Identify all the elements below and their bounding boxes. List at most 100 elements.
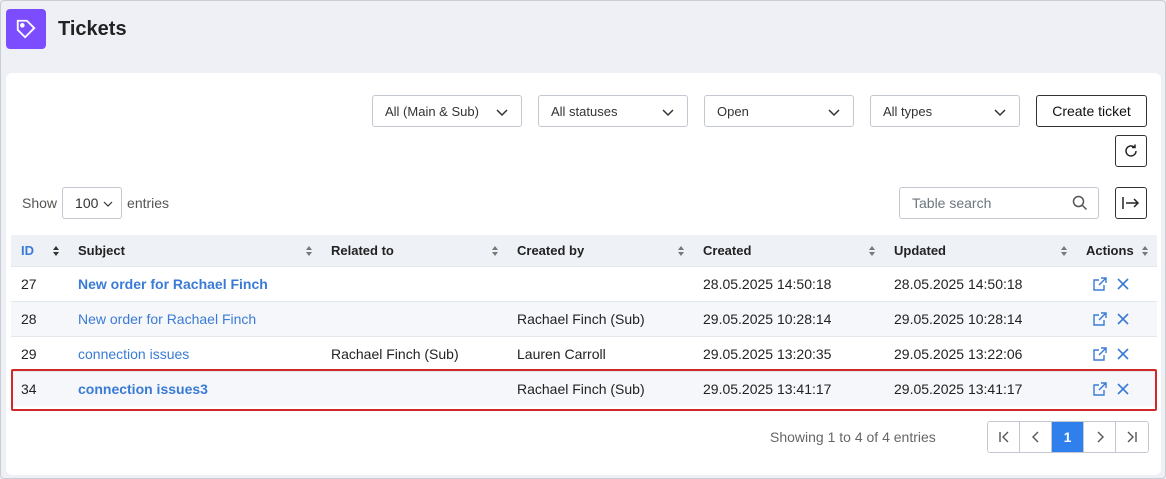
close-icon[interactable] xyxy=(1116,312,1130,326)
cell-created-by xyxy=(507,265,693,301)
cell-id: 29 xyxy=(11,335,68,371)
filter-state-value: Open xyxy=(717,103,749,119)
filter-status-value: All statuses xyxy=(551,103,618,119)
filter-status-select[interactable]: All statuses xyxy=(538,95,688,127)
open-external-icon[interactable] xyxy=(1092,346,1108,362)
next-page-button[interactable] xyxy=(1084,422,1116,452)
table-header-row: ID Subject Related to Created by Created… xyxy=(11,235,1157,266)
cell-created-by: Lauren Carroll xyxy=(507,335,693,371)
cell-created: 28.05.2025 14:50:18 xyxy=(693,265,884,301)
column-subject[interactable]: Subject xyxy=(68,235,321,266)
chevron-right-icon xyxy=(1097,431,1104,443)
first-page-icon xyxy=(998,431,1008,443)
close-icon[interactable] xyxy=(1116,347,1130,361)
ticket-subject-link[interactable]: New order for Rachael Finch xyxy=(68,300,321,336)
refresh-button[interactable] xyxy=(1115,135,1147,167)
open-external-icon[interactable] xyxy=(1092,381,1108,397)
column-subject-label: Subject xyxy=(78,242,125,258)
export-button[interactable] xyxy=(1115,187,1147,219)
cell-created: 29.05.2025 13:20:35 xyxy=(693,335,884,371)
cell-actions xyxy=(1076,265,1157,301)
cell-created: 29.05.2025 13:41:17 xyxy=(693,370,884,406)
chevron-down-icon xyxy=(103,201,113,207)
cell-related xyxy=(321,370,507,406)
cell-actions xyxy=(1076,335,1157,371)
sort-icon xyxy=(1061,246,1067,256)
pagination: 1 xyxy=(987,421,1149,453)
column-actions-label: Actions xyxy=(1086,242,1134,258)
last-page-button[interactable] xyxy=(1116,422,1148,452)
cell-id: 27 xyxy=(11,265,68,301)
entries-label: entries xyxy=(127,195,170,211)
column-created-label: Created xyxy=(703,242,752,258)
cell-updated: 29.05.2025 10:28:14 xyxy=(884,300,1076,336)
cell-id: 34 xyxy=(11,370,68,406)
cell-created: 29.05.2025 10:28:14 xyxy=(693,300,884,336)
cell-related: Rachael Finch (Sub) xyxy=(321,335,507,371)
column-actions[interactable]: Actions xyxy=(1076,235,1157,266)
cell-id: 28 xyxy=(11,300,68,336)
sort-icon xyxy=(869,246,875,256)
cell-created-by: Rachael Finch (Sub) xyxy=(507,370,693,406)
filter-scope-select[interactable]: All (Main & Sub) xyxy=(372,95,522,127)
ticket-subject-link[interactable]: New order for Rachael Finch xyxy=(68,265,321,301)
tickets-table: ID Subject Related to Created by Created… xyxy=(11,235,1157,406)
ticket-subject-link[interactable]: connection issues3 xyxy=(68,370,321,406)
create-ticket-button[interactable]: Create ticket xyxy=(1036,95,1147,127)
table-row: 27 New order for Rachael Finch 28.05.202… xyxy=(11,265,1157,301)
length-control: Show 100 entries xyxy=(22,187,169,219)
tickets-card: All (Main & Sub) All statuses Open All t… xyxy=(6,73,1161,475)
column-related[interactable]: Related to xyxy=(321,235,507,266)
column-related-label: Related to xyxy=(331,242,394,258)
column-created-by-label: Created by xyxy=(517,242,585,258)
filter-type-value: All types xyxy=(883,103,933,119)
page-button-1[interactable]: 1 xyxy=(1052,422,1084,452)
cell-related xyxy=(321,300,507,336)
table-search-input[interactable]: Table search xyxy=(899,187,1099,219)
cell-actions xyxy=(1076,300,1157,336)
chevron-down-icon xyxy=(828,109,840,117)
cell-actions xyxy=(1076,370,1157,406)
table-info: Showing 1 to 4 of 4 entries xyxy=(770,429,936,445)
sort-icon xyxy=(1142,246,1148,256)
chevron-down-icon xyxy=(994,109,1006,117)
table-row: 34 connection issues3 Rachael Finch (Sub… xyxy=(11,370,1157,406)
first-page-button[interactable] xyxy=(988,422,1020,452)
search-icon xyxy=(1072,195,1088,211)
table-row: 28 New order for Rachael Finch Rachael F… xyxy=(11,300,1157,336)
open-external-icon[interactable] xyxy=(1092,311,1108,327)
page-length-select[interactable]: 100 xyxy=(62,187,123,219)
cell-related xyxy=(321,265,507,301)
sort-icon xyxy=(678,246,684,256)
refresh-icon xyxy=(1125,144,1137,157)
prev-page-button[interactable] xyxy=(1020,422,1052,452)
cell-updated: 28.05.2025 14:50:18 xyxy=(884,265,1076,301)
last-page-icon xyxy=(1127,431,1137,443)
filter-type-select[interactable]: All types xyxy=(870,95,1020,127)
sort-icon xyxy=(492,246,498,256)
filter-state-select[interactable]: Open xyxy=(704,95,854,127)
cell-updated: 29.05.2025 13:22:06 xyxy=(884,335,1076,371)
cell-updated: 29.05.2025 13:41:17 xyxy=(884,370,1076,406)
column-updated[interactable]: Updated xyxy=(884,235,1076,266)
open-external-icon[interactable] xyxy=(1092,276,1108,292)
chevron-down-icon xyxy=(662,109,674,117)
chevron-down-icon xyxy=(496,109,508,117)
column-updated-label: Updated xyxy=(894,242,946,258)
table-row: 29 connection issues Rachael Finch (Sub)… xyxy=(11,335,1157,371)
search-placeholder: Table search xyxy=(912,195,992,211)
column-created-by[interactable]: Created by xyxy=(507,235,693,266)
page-length-value: 100 xyxy=(75,195,99,211)
page-header: Tickets xyxy=(6,8,127,50)
arrow-right-bar-icon xyxy=(1122,197,1140,209)
column-created[interactable]: Created xyxy=(693,235,884,266)
close-icon[interactable] xyxy=(1116,382,1130,396)
filter-scope-value: All (Main & Sub) xyxy=(385,103,479,119)
column-id-label: ID xyxy=(21,242,34,258)
column-id[interactable]: ID xyxy=(11,235,68,266)
ticket-subject-link[interactable]: connection issues xyxy=(68,335,321,371)
sort-icon xyxy=(306,246,312,256)
show-label: Show xyxy=(22,195,58,211)
ticket-icon xyxy=(6,9,46,49)
close-icon[interactable] xyxy=(1116,277,1130,291)
